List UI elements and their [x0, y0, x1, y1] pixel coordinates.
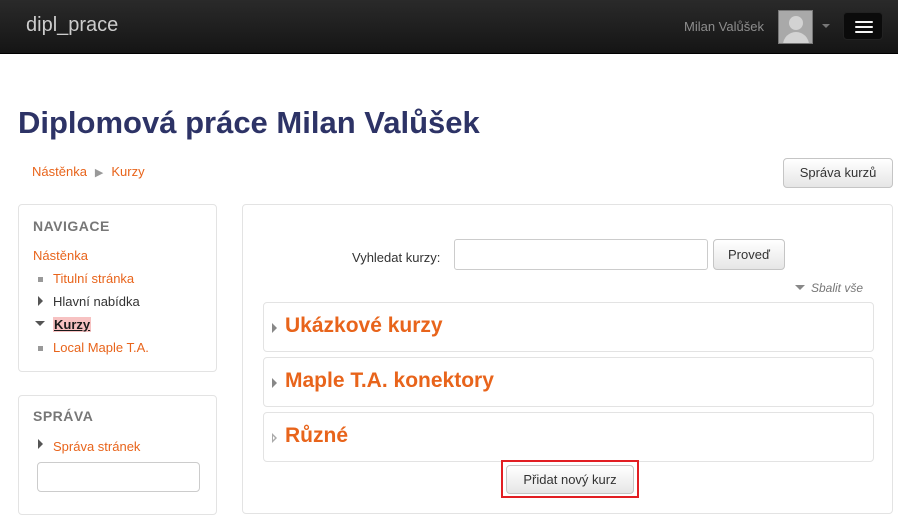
navigation-block: NAVIGACE Nástěnka Titulní stránka Hlavní…: [18, 204, 217, 372]
site-brand[interactable]: dipl_prace: [26, 14, 118, 37]
nav-item-home[interactable]: Titulní stránka: [53, 271, 134, 286]
collapse-all-link[interactable]: Sbalit vše: [795, 281, 863, 295]
breadcrumb: Nástěnka ▶ Kurzy: [32, 164, 145, 179]
breadcrumb-dashboard[interactable]: Nástěnka: [32, 164, 87, 179]
collapse-all-icon: [795, 285, 805, 290]
nav-item-main-menu[interactable]: Hlavní nabídka: [53, 294, 140, 309]
collapse-all-label: Sbalit vše: [811, 281, 864, 295]
nav-item-site-admin[interactable]: Správa stránek: [53, 439, 140, 454]
top-navbar: dipl_prace Milan Valůšek: [0, 0, 898, 54]
category-row[interactable]: Ukázkové kurzy: [263, 302, 874, 352]
admin-search-input[interactable]: [37, 462, 200, 492]
add-new-course-button[interactable]: Přidat nový kurz: [506, 465, 634, 494]
search-label: Vyhledat kurzy:: [352, 250, 441, 265]
expand-arrow-icon[interactable]: [272, 378, 277, 388]
navigation-block-title: NAVIGACE: [33, 218, 110, 234]
breadcrumb-separator-icon: ▶: [94, 167, 104, 179]
avatar-head: [789, 16, 803, 30]
nav-item-local-maple[interactable]: Local Maple T.A.: [53, 340, 149, 355]
page-title: Diplomová práce Milan Valůšek: [18, 105, 480, 140]
breadcrumb-courses[interactable]: Kurzy: [111, 164, 144, 179]
bullet-icon: [38, 346, 43, 351]
search-go-button[interactable]: Proveď: [713, 239, 785, 270]
avatar-placeholder-icon[interactable]: [778, 10, 813, 44]
expand-arrow-outline-icon[interactable]: [272, 433, 277, 443]
hamburger-line: [855, 26, 873, 28]
admin-block: SPRÁVA Správa stránek: [18, 395, 217, 515]
nav-item-courses[interactable]: Kurzy: [53, 317, 92, 332]
hamburger-line: [855, 31, 873, 33]
category-row[interactable]: Maple T.A. konektory: [263, 357, 874, 407]
user-name[interactable]: Milan Valůšek: [684, 19, 764, 34]
bullet-icon: [38, 277, 43, 282]
category-name[interactable]: Různé: [285, 424, 348, 448]
chevron-down-icon[interactable]: [822, 24, 830, 28]
admin-block-title: SPRÁVA: [33, 408, 94, 424]
category-name[interactable]: Maple T.A. konektory: [285, 369, 494, 393]
expand-arrow-icon[interactable]: [38, 296, 43, 306]
category-row[interactable]: Různé: [263, 412, 874, 462]
nav-item-courses-label: Kurzy: [53, 317, 92, 332]
nav-dashboard-link[interactable]: Nástěnka: [33, 248, 88, 263]
avatar-body: [783, 32, 809, 43]
expand-arrow-icon[interactable]: [272, 323, 277, 333]
hamburger-icon[interactable]: [843, 12, 883, 40]
search-courses-input[interactable]: [454, 239, 708, 270]
collapse-arrow-icon[interactable]: [35, 321, 45, 326]
expand-arrow-icon[interactable]: [38, 439, 43, 449]
hamburger-line: [855, 21, 873, 23]
category-name[interactable]: Ukázkové kurzy: [285, 314, 443, 338]
manage-courses-button[interactable]: Správa kurzů: [783, 158, 893, 188]
